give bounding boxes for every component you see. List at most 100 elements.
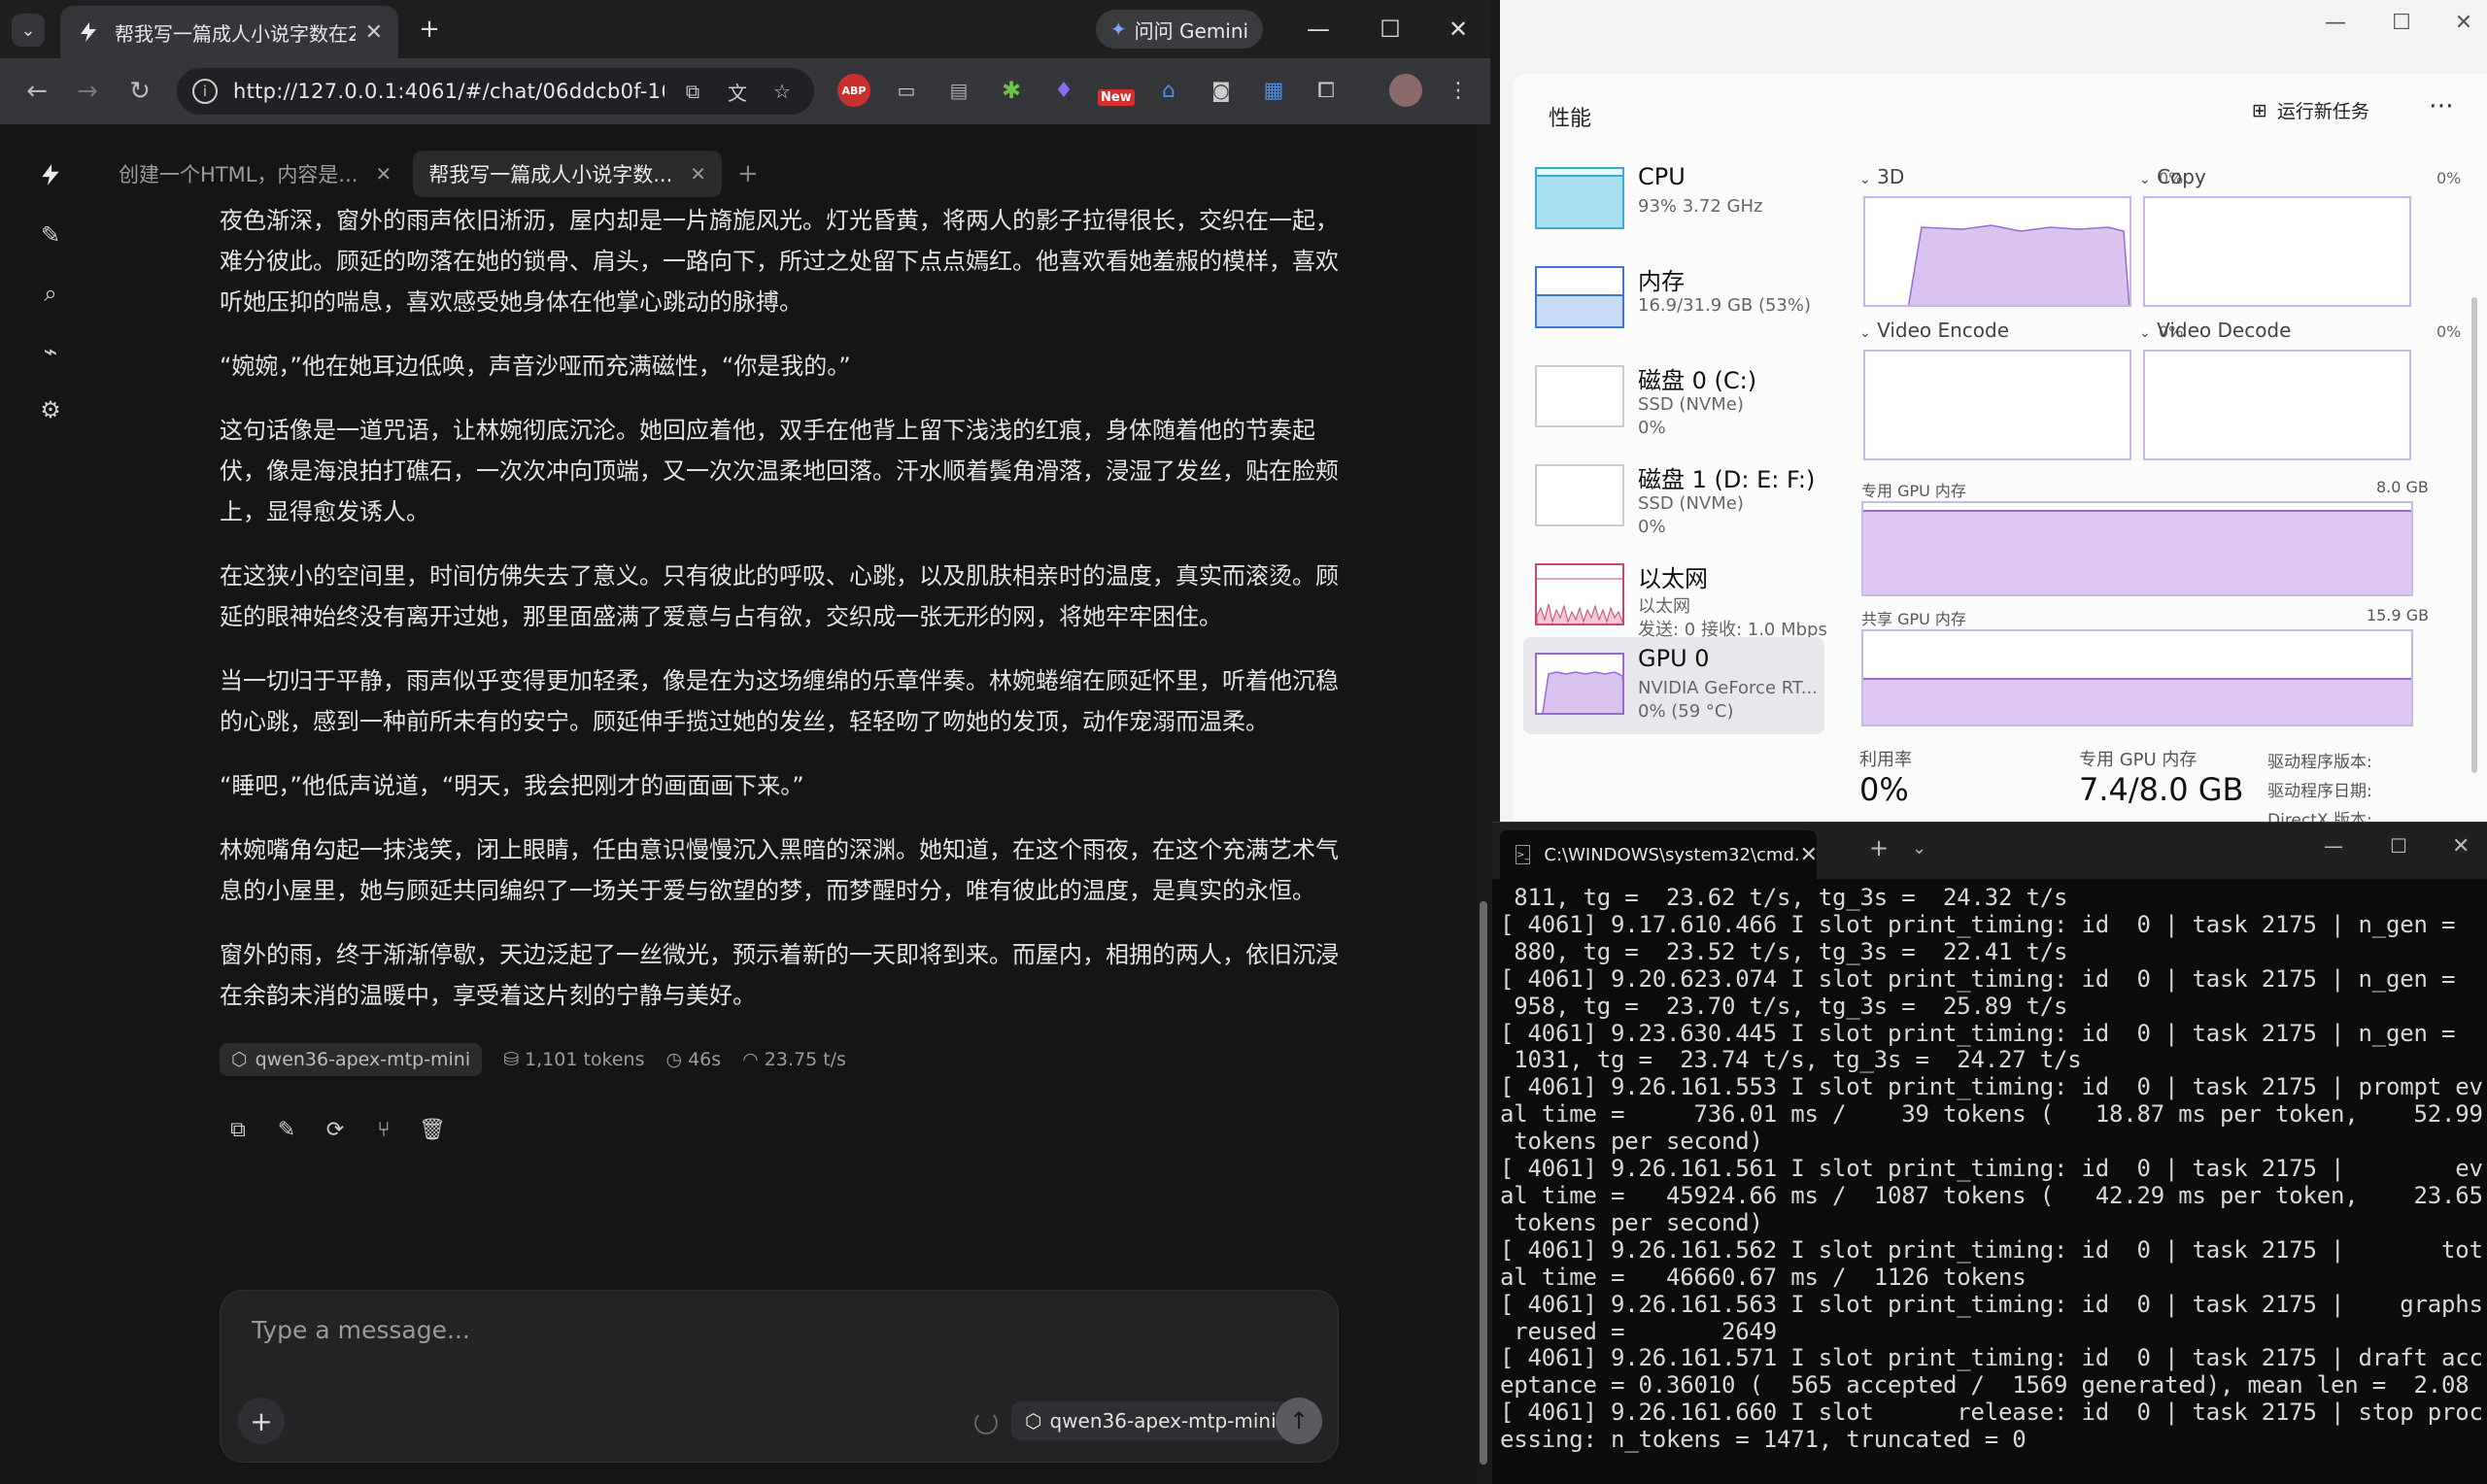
close-window-button[interactable]: ✕ — [1424, 0, 1490, 58]
sidebar-item-sub: SSD (NVMe) — [1638, 394, 1744, 415]
copy-icon[interactable]: ⧉ — [223, 1115, 253, 1144]
translate-icon[interactable]: 文 — [721, 75, 754, 108]
token-speed: ◠ 23.75 t/s — [742, 1049, 846, 1070]
tm-maximize-button[interactable]: ☐ — [2372, 6, 2431, 39]
extension-clip-icon[interactable]: ▤ — [942, 74, 975, 107]
extension-cam-icon[interactable]: ◙ — [1205, 74, 1238, 107]
sidebar-item-cpu[interactable]: CPU 93% 3.72 GHz — [1523, 155, 1824, 245]
cmd-close-button[interactable]: ✕ — [2452, 834, 2470, 859]
back-arrow-icon[interactable]: ← — [17, 72, 56, 111]
chat-scroll-thumb[interactable] — [1480, 901, 1487, 1465]
message-paragraph: 在这狭小的空间里，时间仿佛失去了意义。只有彼此的呼吸、心跳，以及肌肤相亲时的温度… — [220, 562, 1339, 630]
install-app-icon[interactable]: ⧉ — [676, 75, 709, 108]
extension-home-icon[interactable]: ⌂ — [1152, 74, 1185, 107]
tab-search-button[interactable]: ⌄ — [12, 14, 45, 47]
url-text[interactable]: http://127.0.0.1:4061/#/chat/06ddcb0f-16… — [233, 80, 664, 103]
profile-avatar[interactable] — [1389, 74, 1422, 107]
chat-tab[interactable]: 创建一个HTML，内容是... ✕ — [103, 151, 407, 197]
tm-minimize-button[interactable]: — — [2306, 6, 2365, 39]
sidebar-item-ethernet[interactable]: 以太网 以太网 发送: 0 接收: 1.0 Mbps — [1523, 552, 1827, 641]
terminal-line: [ 4061] 9.26.161.562 I slot print_timing… — [1500, 1235, 2483, 1264]
site-info-icon[interactable]: i — [192, 79, 218, 104]
dedicated-memory-label: 专用 GPU 内存 — [1861, 482, 1966, 500]
tag-icon[interactable]: ⌁ — [33, 334, 68, 369]
cmd-tab[interactable]: >_ C:\WINDOWS\system32\cmd. ✕ — [1500, 830, 1818, 879]
chat-scrollbar[interactable] — [1477, 124, 1490, 1484]
cmd-maximize-button[interactable]: ☐ — [2390, 834, 2407, 858]
delete-trash-icon[interactable]: 🗑 — [418, 1115, 447, 1144]
run-new-task-button[interactable]: ⊞ 运行新任务 — [2252, 97, 2369, 123]
sidebar-item-sub2: 0% — [1638, 418, 1666, 438]
maximize-button[interactable]: ☐ — [1356, 0, 1424, 58]
extensions-puzzle-icon[interactable]: ⧠ — [1310, 74, 1343, 107]
new-chat-icon[interactable]: ✎ — [33, 218, 68, 253]
sidebar-item-memory[interactable]: 内存 16.9/31.9 GB (53%) — [1523, 254, 1824, 344]
gpu-thumbnail — [1535, 653, 1624, 715]
chevron-down-icon: ⌄ — [2139, 325, 2151, 341]
regenerate-icon[interactable]: ⟳ — [321, 1115, 350, 1144]
cube-icon: ⬡ — [1025, 1409, 1042, 1433]
token-speed-text: 23.75 t/s — [764, 1049, 846, 1070]
close-cmd-tab-icon[interactable]: ✕ — [1800, 843, 1818, 867]
chat-tab-label: 创建一个HTML，内容是... — [119, 163, 358, 186]
cmd-minimize-button[interactable]: — — [2324, 834, 2343, 858]
settings-gear-icon[interactable]: ⚙ — [33, 392, 68, 427]
sidebar-item-sub: 16.9/31.9 GB (53%) — [1638, 295, 1812, 316]
driver-date-label: 驱动程序日期: — [2267, 782, 2372, 801]
more-options-icon[interactable]: ⋯ — [2429, 91, 2454, 120]
tm-close-button[interactable]: ✕ — [2435, 6, 2487, 39]
search-icon[interactable]: ⌕ — [33, 276, 68, 311]
extension-green-icon[interactable]: ✱ — [995, 74, 1028, 107]
engine-video-decode-graph — [2143, 350, 2411, 460]
terminal-line: [ 4061] 9.26.161.563 I slot print_timing… — [1500, 1290, 2483, 1318]
logo-icon[interactable] — [33, 157, 68, 192]
browser-tab-active[interactable]: 帮我写一篇成人小说字数在2-3 ✕ — [60, 6, 398, 58]
ask-gemini-button[interactable]: ✦ 问问 Gemini — [1096, 10, 1263, 49]
close-tab-icon[interactable]: ✕ — [365, 20, 383, 45]
cpu-thumbnail — [1535, 167, 1624, 229]
reload-icon[interactable]: ↻ — [120, 72, 159, 111]
token-count: ⛁ 1,101 tokens — [503, 1049, 644, 1070]
extension-new-icon[interactable]: New — [1098, 74, 1141, 107]
sidebar-item-gpu0[interactable]: GPU 0 NVIDIA GeForce RT... 0% (59 °C) — [1523, 637, 1824, 734]
tm-scrollbar[interactable] — [2471, 297, 2477, 773]
browser-menu-icon[interactable]: ⋮ — [1442, 74, 1475, 107]
add-chat-tab-icon[interactable]: + — [737, 159, 759, 188]
forward-arrow-icon[interactable]: → — [68, 72, 107, 111]
terminal-line: [ 4061] 9.26.161.660 I slot release: id … — [1500, 1399, 2483, 1427]
close-chat-tab-icon[interactable]: ✕ — [375, 162, 392, 186]
extension-window-icon[interactable]: ▭ — [890, 74, 923, 107]
engine-copy-label[interactable]: ⌄ Copy — [2139, 165, 2206, 188]
engine-video-encode-label[interactable]: ⌄ Video Encode — [1859, 319, 2009, 342]
address-bar[interactable]: i http://127.0.0.1:4061/#/chat/06ddcb0f-… — [177, 68, 814, 115]
extension-grid-icon[interactable]: ▦ — [1257, 74, 1290, 107]
browser-tab-strip: ⌄ 帮我写一篇成人小说字数在2-3 ✕ + ✦ 问问 Gemini — ☐ ✕ — [0, 0, 1490, 58]
cube-icon: ⬡ — [231, 1049, 248, 1070]
sidebar-item-sub: NVIDIA GeForce RT... — [1638, 678, 1818, 698]
left-rail: ✎ ⌕ ⌁ ⚙ — [0, 124, 103, 1484]
minimize-button[interactable]: — — [1284, 0, 1352, 58]
engine-3d-graph — [1863, 196, 2131, 307]
edit-icon[interactable]: ✎ — [272, 1115, 301, 1144]
chat-tab-active[interactable]: 帮我写一篇成人小说字数... ✕ — [413, 151, 723, 197]
shared-memory-fill — [1863, 678, 2411, 725]
send-button[interactable]: ↑ — [1276, 1398, 1322, 1444]
close-chat-tab-icon[interactable]: ✕ — [690, 162, 706, 186]
cmd-new-tab-icon[interactable]: + — [1869, 834, 1889, 861]
message-input[interactable] — [252, 1310, 1126, 1349]
engine-3d-label[interactable]: ⌄ 3D — [1859, 165, 1904, 188]
terminal-line: tokens per second) — [1500, 1208, 1763, 1236]
adblock-plus-icon[interactable]: ABP — [837, 74, 870, 107]
new-tab-button[interactable]: + — [412, 12, 447, 47]
sidebar-item-disk1[interactable]: 磁盘 1 (D: E: F:) SSD (NVMe) 0% — [1523, 453, 1824, 542]
extension-purple-icon[interactable]: ♦ — [1047, 74, 1080, 107]
attach-plus-button[interactable]: + — [238, 1398, 285, 1444]
elapsed-time-text: 46s — [688, 1049, 722, 1070]
branch-icon[interactable]: ⑂ — [369, 1115, 398, 1144]
disk1-thumbnail — [1535, 464, 1624, 526]
cmd-dropdown-icon[interactable]: ⌄ — [1912, 838, 1926, 859]
bookmark-star-icon[interactable]: ☆ — [766, 75, 799, 108]
model-selector[interactable]: ⬡ qwen36-apex-mtp-mini — [1011, 1401, 1290, 1440]
engine-video-decode-label[interactable]: ⌄ Video Decode — [2139, 319, 2291, 342]
sidebar-item-disk0[interactable]: 磁盘 0 (C:) SSD (NVMe) 0% — [1523, 354, 1824, 443]
